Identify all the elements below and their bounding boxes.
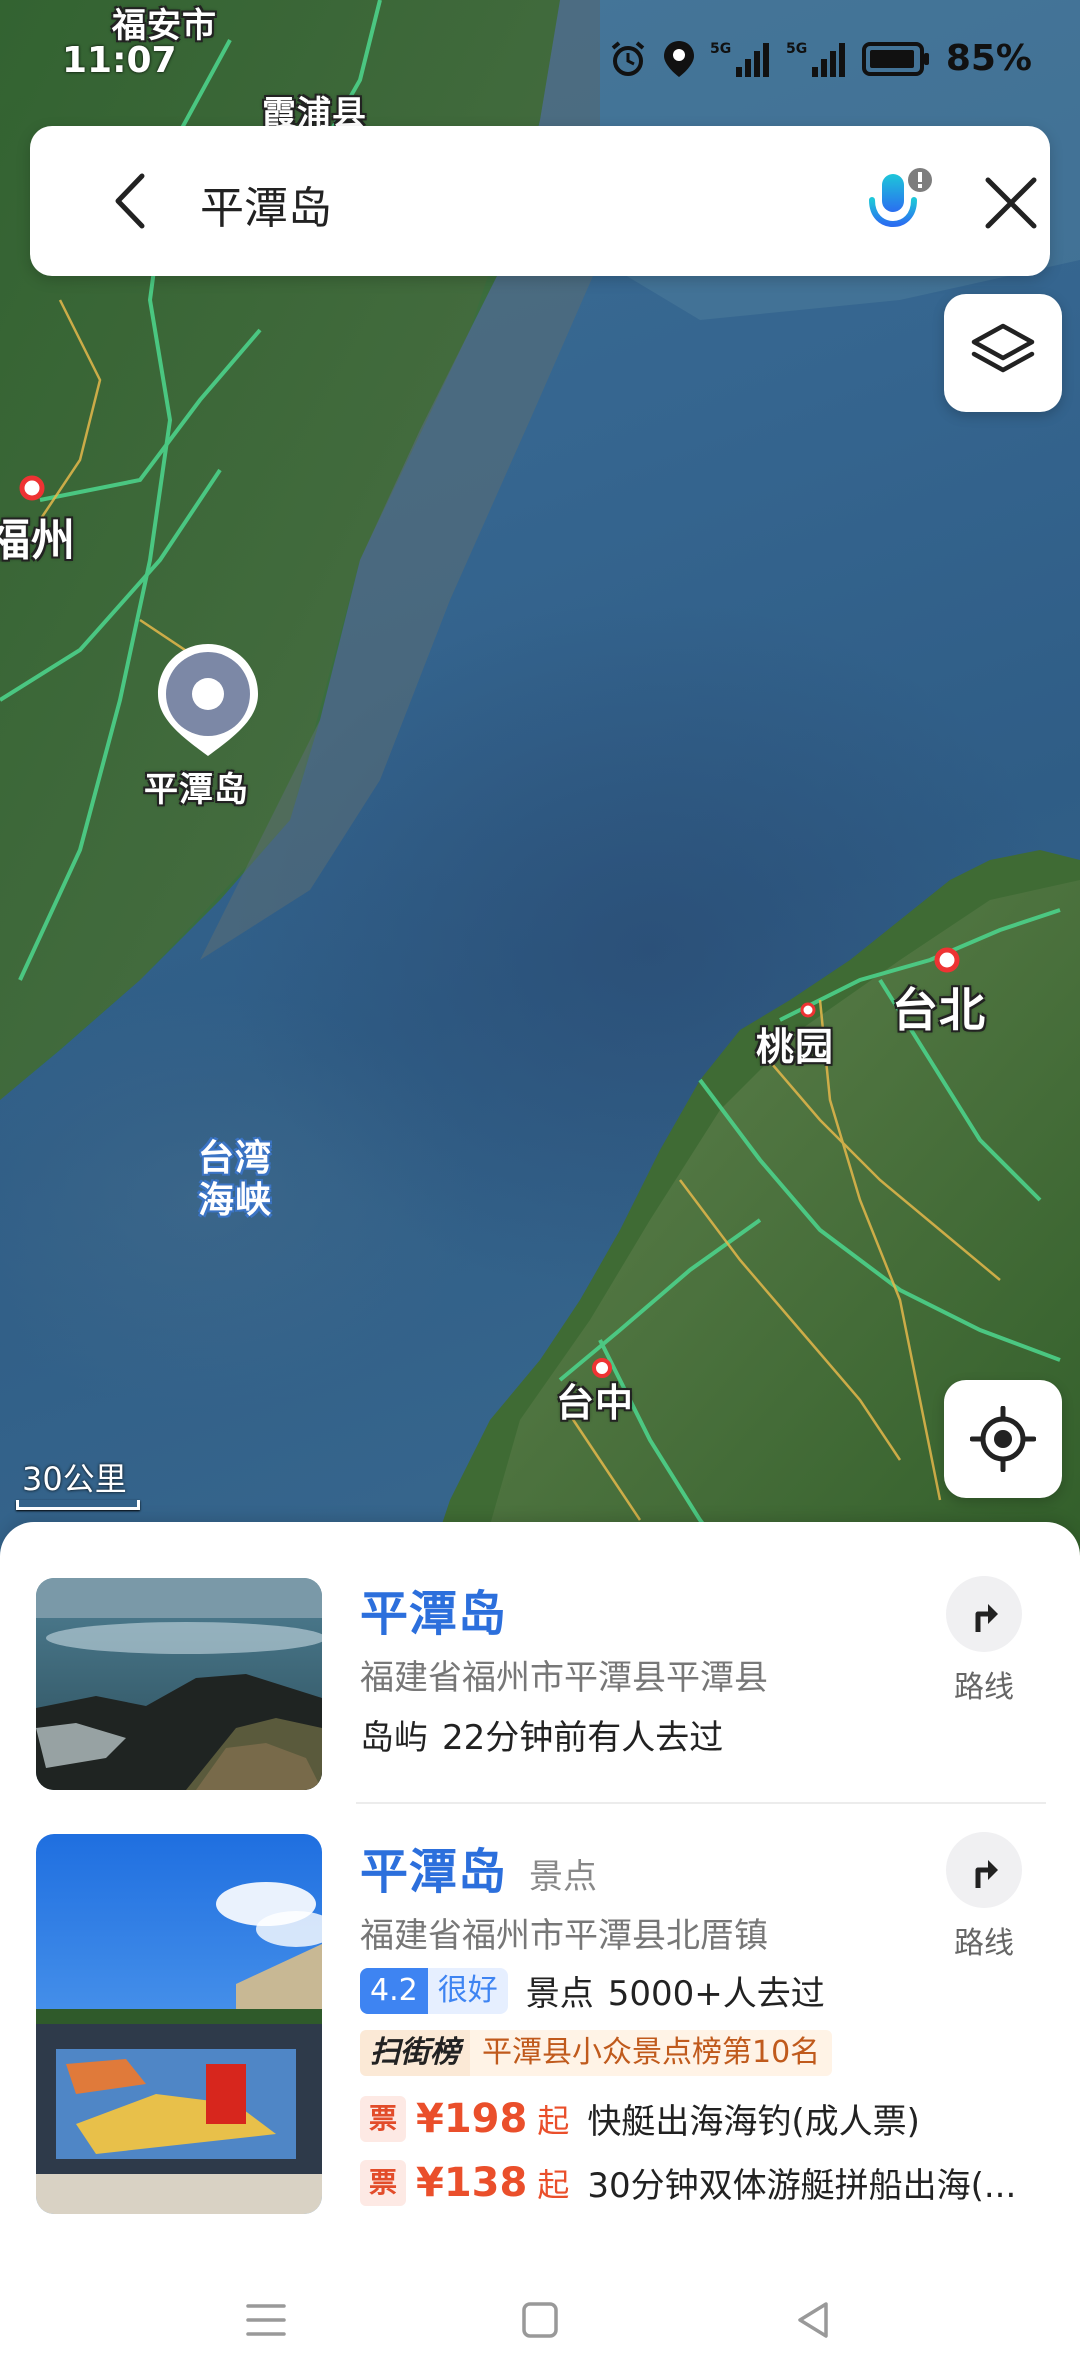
status-bar: 11:07 5G 5G 85%: [0, 0, 1080, 120]
deal-price: ¥198: [416, 2095, 528, 2142]
status-icons: 5G 5G 85%: [608, 38, 1032, 79]
network-label-1: 5G: [710, 41, 731, 57]
signal-5g-icon: 5G: [710, 41, 769, 77]
result-meta: 岛屿 22分钟前有人去过: [360, 1710, 723, 1759]
alarm-icon: [611, 40, 645, 76]
turn-arrow-icon: [975, 1604, 998, 1632]
back-triangle-icon[interactable]: [792, 2298, 836, 2342]
result-title[interactable]: 平潭岛: [360, 1574, 507, 1644]
deal-row[interactable]: 票 ¥198 起 快艇出海海钓(成人票): [360, 2094, 920, 2143]
rating-score: 4.2: [360, 1967, 428, 2014]
map-label-taipei: 台北: [892, 983, 986, 1037]
result-title[interactable]: 平潭岛: [360, 1832, 507, 1902]
poi-marker-icon[interactable]: [154, 640, 262, 760]
signal-5g-icon: 5G: [786, 41, 845, 77]
result-card[interactable]: 平潭岛 景点 福建省福州市平潭县北厝镇 4.2 很好 景点 5000+人去过 扫…: [0, 1832, 1080, 2272]
deal-price: ¥138: [416, 2159, 528, 2206]
result-sheet[interactable]: 平潭岛 福建省福州市平潭县平潭县 岛屿 22分钟前有人去过 路线 平潭岛 景点 …: [0, 1522, 1080, 2376]
rank-tag: 扫街榜: [360, 2030, 470, 2076]
result-type: 景点: [525, 1974, 594, 2014]
result-title-row: 平潭岛 景点: [360, 1832, 597, 1902]
ticket-tag: 票: [360, 2095, 406, 2142]
map-label-strait: 台湾海峡: [197, 1138, 272, 1221]
search-bar[interactable]: 平潭岛: [30, 126, 1050, 276]
ranking-row[interactable]: 扫街榜 平潭县小众景点榜第10名: [360, 2030, 833, 2076]
rating-badge: 4.2 很好: [360, 1967, 508, 2014]
result-card[interactable]: 平潭岛 福建省福州市平潭县平潭县 岛屿 22分钟前有人去过 路线: [0, 1558, 1080, 1798]
close-icon[interactable]: [978, 170, 1044, 236]
deal-price-suffix: 起: [537, 2101, 570, 2140]
turn-arrow-icon: [975, 1860, 998, 1888]
map-label-taoyuan: 桃园: [756, 1025, 835, 1069]
ticket-tag: 票: [360, 2159, 406, 2206]
route-label: 路线: [954, 1926, 1014, 1961]
result-address: 福建省福州市平潭县北厝镇: [360, 1916, 768, 1956]
battery-percent: 85%: [945, 38, 1032, 79]
deal-description: 30分钟双体游艇拼船出海(...: [587, 2166, 1017, 2206]
network-label-2: 5G: [786, 41, 807, 57]
result-type: 岛屿: [360, 1718, 428, 1758]
home-icon[interactable]: [518, 2298, 562, 2342]
deal-description: 快艇出海海钓(成人票): [587, 2102, 920, 2142]
deal-row[interactable]: 票 ¥138 起 30分钟双体游艇拼船出海(...: [360, 2158, 1016, 2207]
result-visits: 22分钟前有人去过: [442, 1718, 724, 1758]
result-thumbnail-mural: [36, 1834, 322, 2214]
scale-label: 30公里: [22, 1460, 127, 1498]
route-circle: [946, 1832, 1022, 1908]
result-meta: 4.2 很好 景点 5000+人去过: [360, 1966, 825, 2015]
menu-icon[interactable]: [244, 2300, 288, 2340]
route-button[interactable]: 路线: [944, 1576, 1024, 1706]
route-circle: [946, 1576, 1022, 1652]
result-thumbnail-coast: [36, 1578, 322, 1790]
scale-line: [16, 1500, 140, 1510]
rank-text: 平潭县小众景点榜第10名: [470, 2030, 833, 2076]
result-visits: 5000+人去过: [607, 1974, 825, 2014]
layers-button[interactable]: [944, 294, 1062, 412]
result-address: 福建省福州市平潭县平潭县: [360, 1658, 768, 1698]
rank-badge[interactable]: 扫街榜 平潭县小众景点榜第10名: [360, 2030, 833, 2076]
battery-icon: [861, 41, 929, 76]
card-divider: [356, 1802, 1046, 1804]
result-title-row: 平潭岛: [360, 1574, 507, 1644]
system-nav-bar: [0, 2264, 1080, 2376]
search-input[interactable]: 平潭岛: [200, 172, 332, 236]
poi-marker-label: 平潭岛: [144, 770, 249, 810]
my-location-button[interactable]: [944, 1380, 1062, 1498]
microphone-icon[interactable]: [860, 166, 936, 242]
map-label-taichung: 台中: [556, 1381, 635, 1425]
status-time: 11:07: [62, 40, 177, 81]
crosshair-icon: [970, 1406, 1036, 1472]
route-label: 路线: [954, 1670, 1014, 1705]
location-icon: [663, 40, 694, 77]
map-scale: 30公里: [16, 1454, 140, 1510]
result-category: 景点: [529, 1857, 598, 1897]
rating-text: 很好: [427, 1967, 508, 2014]
route-button[interactable]: 路线: [944, 1832, 1024, 1962]
map-label-fuzhou: 福州: [0, 515, 76, 566]
deal-price-suffix: 起: [537, 2165, 570, 2204]
back-arrow-icon[interactable]: [100, 168, 166, 234]
layers-icon: [971, 323, 1035, 373]
